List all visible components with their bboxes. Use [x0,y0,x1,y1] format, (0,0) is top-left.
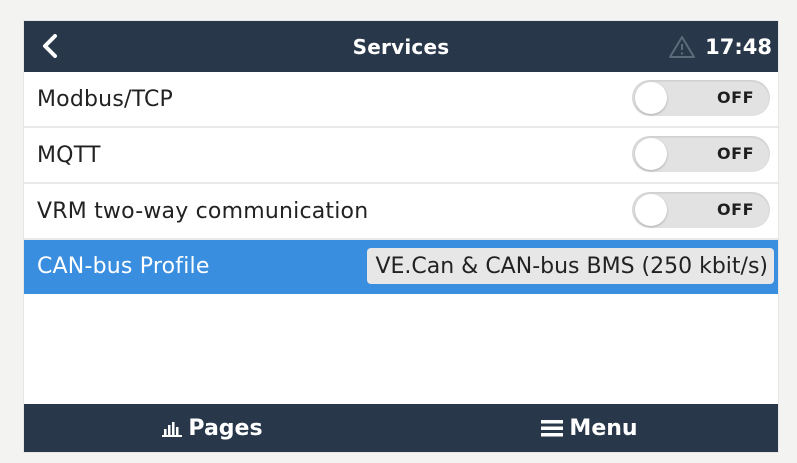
toggle-state: OFF [717,88,754,107]
mqtt-toggle[interactable]: OFF [632,136,770,172]
clock: 17:48 [705,34,772,59]
modbus-tcp-row[interactable]: Modbus/TCP OFF [24,72,778,128]
toggle-state: OFF [717,200,754,219]
row-label: MQTT [37,142,101,168]
row-label: Modbus/TCP [37,86,173,112]
vrm-two-way-toggle[interactable]: OFF [632,192,770,228]
services-list: Modbus/TCP OFF MQTT OFF VRM two-way comm… [24,72,778,294]
toggle-knob [635,138,667,170]
toggle-state: OFF [717,144,754,163]
pages-button[interactable]: Pages [24,404,401,452]
hamburger-menu-icon [541,419,564,437]
menu-button[interactable]: Menu [401,404,778,452]
mqtt-row[interactable]: MQTT OFF [24,128,778,184]
header-status: 17:48 [669,21,772,72]
warning-icon [669,35,696,58]
row-label: CAN-bus Profile [37,253,210,279]
page-title: Services [352,34,450,59]
vrm-two-way-row[interactable]: VRM two-way communication OFF [24,184,778,240]
canbus-profile-value[interactable]: VE.Can & CAN-bus BMS (250 kbit/s) [367,248,774,284]
header-bar: Services 17:48 [24,21,778,72]
footer-bar: Pages Menu [24,404,778,452]
toggle-knob [635,194,667,226]
row-label: VRM two-way communication [37,198,369,224]
pages-label: Pages [188,415,263,441]
menu-label: Menu [569,415,638,441]
toggle-knob [635,82,667,114]
canbus-profile-row[interactable]: CAN-bus Profile VE.Can & CAN-bus BMS (25… [24,240,778,294]
services-screen: Services 17:48 Modbus/TCP OFF MQTT OFF V… [24,21,778,452]
bar-chart-icon [162,419,183,437]
modbus-tcp-toggle[interactable]: OFF [632,80,770,116]
